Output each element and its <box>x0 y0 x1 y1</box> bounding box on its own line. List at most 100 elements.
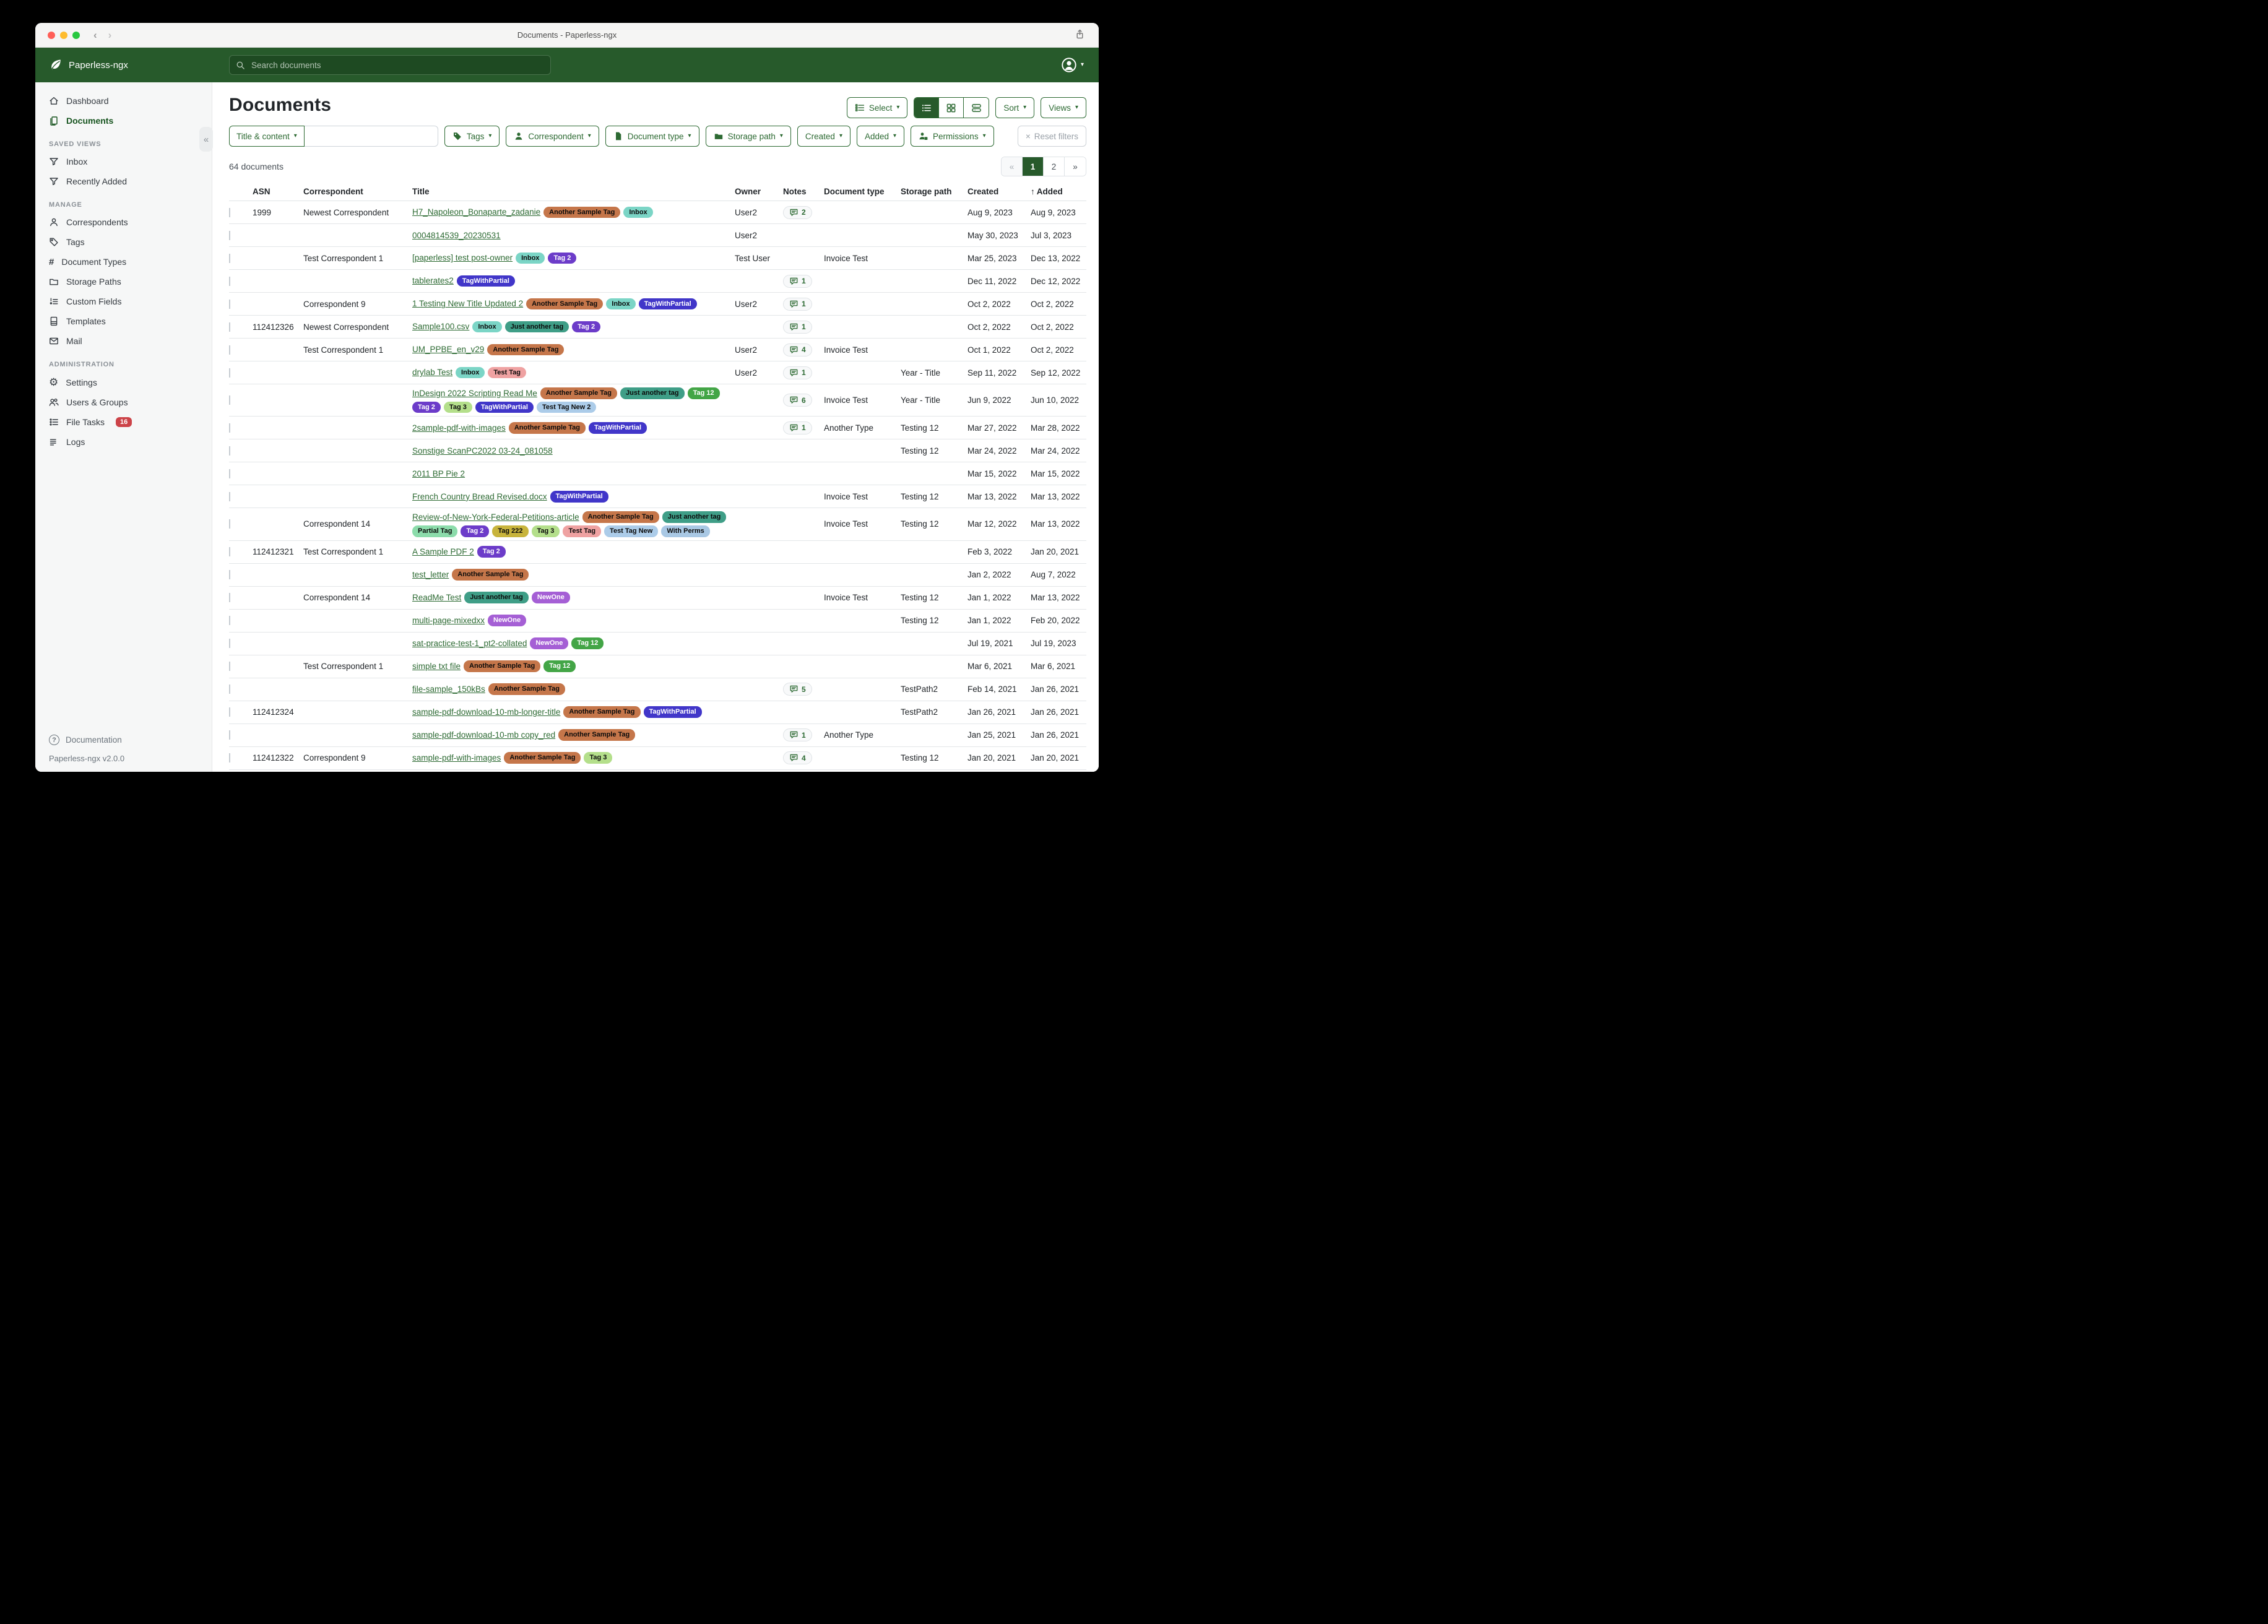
tag-chip[interactable]: Just another tag <box>464 592 529 603</box>
row-checkbox[interactable] <box>229 300 230 309</box>
tag-chip[interactable]: Tag 3 <box>444 402 472 413</box>
view-mode-list-button[interactable] <box>914 98 939 118</box>
document-title-link[interactable]: sample-pdf-download-10-mb-longer-title <box>412 707 560 717</box>
document-type-cell[interactable]: Invoice Test <box>824 519 898 529</box>
correspondent-cell[interactable]: Newest Correspondent <box>303 322 410 332</box>
tag-chip[interactable]: Partial Tag <box>412 525 457 537</box>
document-title-link[interactable]: sample-pdf-download-10-mb copy_red <box>412 730 555 740</box>
document-type-cell[interactable]: Another Type <box>824 423 898 433</box>
browser-back-icon[interactable]: ‹ <box>93 29 97 41</box>
correspondent-cell[interactable]: Test Correspondent 1 <box>303 254 410 263</box>
storage-path-cell[interactable]: TestPath2 <box>901 707 965 717</box>
tag-chip[interactable]: Tag 2 <box>477 546 506 558</box>
user-menu[interactable]: ▾ <box>1061 57 1084 73</box>
row-checkbox[interactable] <box>229 519 230 529</box>
sidebar-item-documentation[interactable]: ? Documentation <box>35 731 212 749</box>
document-type-cell[interactable]: Invoice Test <box>824 593 898 602</box>
document-title-link[interactable]: multi-page-mixedxx <box>412 616 485 625</box>
sidebar-item-custom-fields[interactable]: Custom Fields <box>35 292 212 311</box>
pagination-prev[interactable]: « <box>1002 157 1023 176</box>
storage-path-cell[interactable]: Testing 12 <box>901 446 965 456</box>
document-type-cell[interactable]: Another Type <box>824 730 898 740</box>
app-brand[interactable]: Paperless-ngx <box>35 58 212 72</box>
notes-badge[interactable]: 1 <box>783 298 812 311</box>
column-header-added[interactable]: ↑Added <box>1031 187 1086 196</box>
column-header-correspondent[interactable]: Correspondent <box>303 187 410 196</box>
notes-badge[interactable]: 1 <box>783 366 812 379</box>
sidebar-item-recently-added[interactable]: Recently Added <box>35 171 212 191</box>
row-checkbox[interactable] <box>229 345 230 355</box>
row-checkbox[interactable] <box>229 446 230 456</box>
row-checkbox[interactable] <box>229 492 230 501</box>
tag-chip[interactable]: TagWithPartial <box>475 402 534 413</box>
notes-badge[interactable]: 6 <box>783 394 812 407</box>
sidebar-item-document-types[interactable]: #Document Types <box>35 252 212 272</box>
tag-chip[interactable]: Test Tag New <box>604 525 658 537</box>
column-header-document-type[interactable]: Document type <box>824 187 898 196</box>
title-content-filter-input[interactable] <box>305 126 438 147</box>
select-button[interactable]: Select ▾ <box>847 97 908 118</box>
notes-badge[interactable]: 1 <box>783 275 812 288</box>
tag-chip[interactable]: Another Sample Tag <box>558 729 635 741</box>
document-title-link[interactable]: Sample100.csv <box>412 322 469 331</box>
tag-chip[interactable]: Another Sample Tag <box>582 511 659 523</box>
document-title-link[interactable]: InDesign 2022 Scripting Read Me <box>412 389 537 398</box>
tag-chip[interactable]: Tag 12 <box>543 660 576 672</box>
tag-chip[interactable]: With Perms <box>661 525 709 537</box>
row-checkbox[interactable] <box>229 662 230 671</box>
column-header-storage-path[interactable]: Storage path <box>901 187 965 196</box>
tag-chip[interactable]: Inbox <box>516 253 545 264</box>
share-icon[interactable] <box>1075 29 1085 40</box>
pagination-next[interactable]: » <box>1065 157 1086 176</box>
tag-chip[interactable]: Tag 2 <box>461 525 489 537</box>
document-title-link[interactable]: French Country Bread Revised.docx <box>412 492 547 501</box>
row-checkbox[interactable] <box>229 707 230 717</box>
column-header-created[interactable]: Created <box>967 187 1028 196</box>
column-header-title[interactable]: Title <box>412 187 732 196</box>
tag-chip[interactable]: Tag 2 <box>572 321 600 333</box>
document-title-link[interactable]: test_letter <box>412 570 449 579</box>
document-title-link[interactable]: Review-of-New-York-Federal-Petitions-art… <box>412 512 579 522</box>
sort-direction-icon[interactable]: ↑ <box>1031 187 1035 196</box>
sidebar-item-templates[interactable]: Templates <box>35 311 212 331</box>
tag-chip[interactable]: Another Sample Tag <box>543 207 620 218</box>
close-window-button[interactable] <box>48 32 55 39</box>
tag-chip[interactable]: TagWithPartial <box>644 706 702 718</box>
sidebar-item-settings[interactable]: ⚙Settings <box>35 372 212 392</box>
sidebar-item-mail[interactable]: Mail <box>35 331 212 351</box>
row-checkbox[interactable] <box>229 639 230 648</box>
tags-filter-button[interactable]: Tags ▾ <box>444 126 500 147</box>
zoom-window-button[interactable] <box>72 32 80 39</box>
notes-badge[interactable]: 4 <box>783 751 812 764</box>
tag-chip[interactable]: TagWithPartial <box>550 491 608 503</box>
document-title-link[interactable]: sat-practice-test-1_pt2-collated <box>412 639 527 648</box>
tag-chip[interactable]: Another Sample Tag <box>563 706 640 718</box>
document-title-link[interactable]: Sonstige ScanPC2022 03-24_081058 <box>412 446 553 456</box>
correspondent-cell[interactable]: Correspondent 9 <box>303 300 410 309</box>
document-title-link[interactable]: simple txt file <box>412 662 461 671</box>
row-checkbox[interactable] <box>229 593 230 602</box>
document-title-link[interactable]: 2sample-pdf-with-images <box>412 423 506 433</box>
tag-chip[interactable]: Another Sample Tag <box>504 752 581 764</box>
document-type-cell[interactable]: Invoice Test <box>824 492 898 501</box>
sidebar-item-file-tasks[interactable]: File Tasks 16 <box>35 412 212 432</box>
row-checkbox[interactable] <box>229 570 230 579</box>
tag-chip[interactable]: Test Tag New 2 <box>537 402 596 413</box>
sort-button[interactable]: Sort ▾ <box>995 97 1034 118</box>
document-title-link[interactable]: 1 Testing New Title Updated 2 <box>412 299 523 308</box>
tag-chip[interactable]: Inbox <box>456 367 485 379</box>
tag-chip[interactable]: Tag 2 <box>412 402 441 413</box>
row-checkbox[interactable] <box>229 208 230 217</box>
document-type-cell[interactable]: Invoice Test <box>824 345 898 355</box>
storage-path-cell[interactable]: Testing 12 <box>901 753 965 762</box>
sidebar-item-storage-paths[interactable]: Storage Paths <box>35 272 212 292</box>
tag-chip[interactable]: Another Sample Tag <box>487 344 564 356</box>
sidebar-item-correspondents[interactable]: Correspondents <box>35 212 212 232</box>
correspondent-cell[interactable]: Correspondent 9 <box>303 753 410 762</box>
sidebar-item-users-groups[interactable]: Users & Groups <box>35 392 212 412</box>
tag-chip[interactable]: Another Sample Tag <box>452 569 529 581</box>
storage-path-cell[interactable]: TestPath2 <box>901 685 965 694</box>
added-filter-button[interactable]: Added ▾ <box>857 126 904 147</box>
correspondent-cell[interactable]: Correspondent 14 <box>303 593 410 602</box>
row-checkbox[interactable] <box>229 616 230 625</box>
